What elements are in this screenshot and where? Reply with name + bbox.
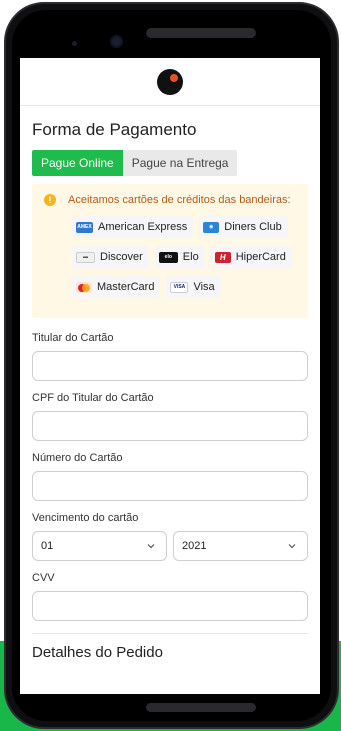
chevron-down-icon: [288, 544, 296, 549]
brand-american-express: AMEX American Express: [72, 216, 194, 238]
phone-sensor: [72, 41, 77, 46]
brand-label: HiperCard: [235, 251, 286, 263]
expiry-month-value: 01: [41, 540, 54, 552]
payment-tabs: Pague Online Pague na Entrega: [32, 150, 308, 176]
hipercard-logo-icon: H: [214, 251, 231, 263]
card-number-label: Número do Cartão: [32, 452, 123, 464]
brand-elo: elo Elo: [154, 246, 205, 268]
checkout-content: Forma de Pagamento Pague Online Pague na…: [20, 106, 320, 661]
brand-visa: VISA Visa: [166, 276, 221, 298]
section-divider: [32, 633, 308, 634]
expiry-select-row: 01 2021: [32, 531, 308, 561]
expiry-year-value: 2021: [182, 540, 207, 552]
visa-logo-icon: VISA: [170, 281, 189, 293]
brand-mastercard: MasterCard: [72, 276, 161, 298]
phone-speaker: [146, 28, 256, 38]
app-screen: Forma de Pagamento Pague Online Pague na…: [20, 58, 320, 694]
phone-bottom-speaker: [146, 703, 256, 712]
alert-header: ! Aceitamos cartões de créditos das band…: [44, 194, 298, 206]
expiry-month-select[interactable]: 01: [32, 531, 167, 561]
card-brand-list: AMEX American Express ◉ Diners Club ▬ Di…: [44, 216, 298, 306]
phone-camera: [112, 37, 121, 46]
chevron-down-icon: [147, 544, 155, 549]
alert-text: Aceitamos cartões de créditos das bandei…: [68, 194, 291, 206]
tab-pay-on-delivery[interactable]: Pague na Entrega: [122, 150, 238, 176]
cpf-field-group: CPF do Titular do Cartão: [32, 392, 308, 441]
diners-club-logo-icon: ◉: [203, 221, 220, 233]
brand-hipercard: H HiperCard: [210, 246, 292, 268]
discover-logo-icon: ▬: [76, 251, 95, 263]
info-icon: !: [44, 194, 56, 206]
cvv-input[interactable]: [32, 591, 308, 621]
cpf-label: CPF do Titular do Cartão: [32, 392, 154, 404]
cvv-field-group: CVV: [32, 572, 308, 621]
logo-dot-icon: [170, 73, 178, 82]
tab-pay-online[interactable]: Pague Online: [32, 150, 123, 176]
card-number-field-group: Número do Cartão: [32, 452, 308, 501]
mastercard-logo-icon: [76, 281, 92, 293]
brand-label: Diners Club: [224, 221, 282, 233]
card-holder-input[interactable]: [32, 351, 308, 381]
brand-label: MasterCard: [97, 281, 155, 293]
payment-section-title: Forma de Pagamento: [32, 120, 197, 139]
expiry-field-group: Vencimento do cartão 01 2021: [32, 512, 308, 561]
brand-label: American Express: [98, 221, 188, 233]
brand-diners-club: ◉ Diners Club: [199, 216, 288, 238]
cpf-input[interactable]: [32, 411, 308, 441]
expiry-year-select[interactable]: 2021: [173, 531, 308, 561]
expiry-label: Vencimento do cartão: [32, 512, 139, 524]
cvv-label: CVV: [32, 572, 55, 584]
card-holder-label: Titular do Cartão: [32, 332, 114, 344]
card-number-input[interactable]: [32, 471, 308, 501]
card-holder-field-group: Titular do Cartão: [32, 332, 308, 381]
amex-logo-icon: AMEX: [76, 221, 93, 233]
accepted-cards-alert: ! Aceitamos cartões de créditos das band…: [32, 184, 308, 318]
brand-logo[interactable]: [157, 68, 183, 95]
order-details-title: Detalhes do Pedido: [32, 644, 163, 661]
brand-label: Visa: [193, 281, 215, 293]
brand-label: Elo: [182, 251, 199, 263]
brand-discover: ▬ Discover: [72, 246, 149, 268]
elo-logo-icon: elo: [158, 251, 178, 263]
brand-label: Discover: [100, 251, 143, 263]
app-header: [20, 58, 320, 106]
